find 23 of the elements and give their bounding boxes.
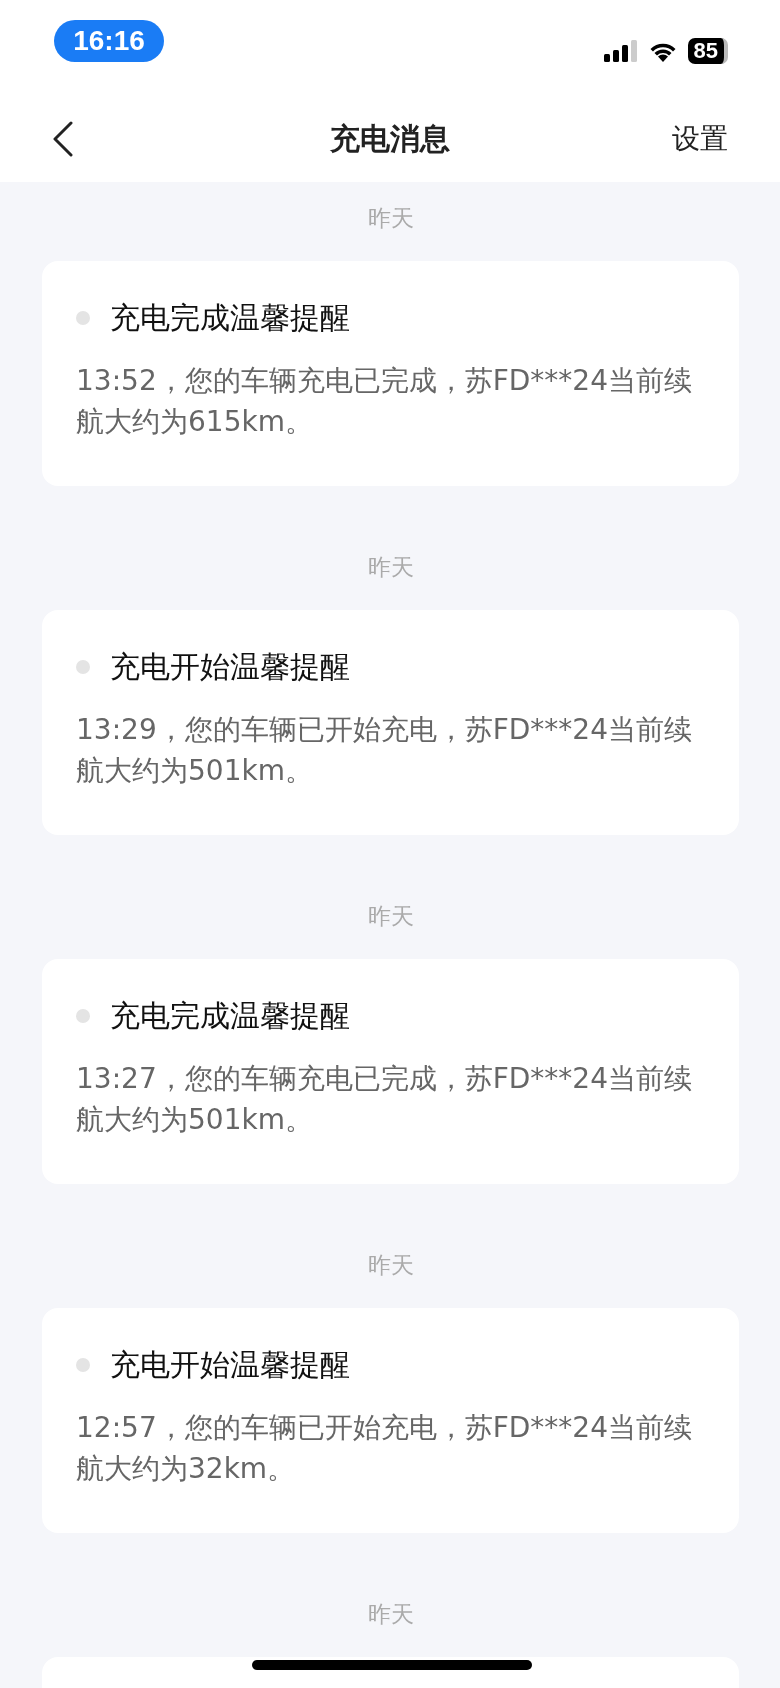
message-text: 12:57，您的车辆已开始充电，苏FD***24当前续航大约为32km。 <box>76 1410 693 1487</box>
message-text: 13:52，您的车辆充电已完成，苏FD***24当前续航大约为615km。 <box>76 363 693 440</box>
page-title: 充电消息 <box>330 119 450 158</box>
message-card[interactable]: 充电完成温馨提醒 13:52，您的车辆充电已完成，苏FD***24当前续航大约为615km。 <box>42 261 739 486</box>
date-label: 昨天 <box>366 1251 415 1280</box>
date-label: 昨天 <box>366 1600 415 1629</box>
message-card[interactable]: 充电开始温馨提醒 13:29，您的车辆已开始充电，苏FD***24当前续航大约为501km。 <box>42 610 739 835</box>
message-text: 13:27，您的车辆充电已完成，苏FD***24当前续航大约为501km。 <box>76 1061 693 1138</box>
settings-button[interactable]: 设置 <box>672 120 728 158</box>
message-text: 13:29，您的车辆已开始充电，苏FD***24当前续航大约为501km。 <box>76 712 693 789</box>
status-time: 16:16 <box>54 20 164 62</box>
date-label: 昨天 <box>366 902 415 931</box>
message-card[interactable]: 充电完成温馨提醒 13:27，您的车辆充电已完成，苏FD***24当前续航大约为501km。 <box>42 959 739 1184</box>
battery-indicator: 85 <box>687 38 728 64</box>
back-icon[interactable] <box>52 121 74 157</box>
message-title: 充电完成温馨提醒 <box>110 997 350 1035</box>
message-title: 充电开始温馨提醒 <box>110 648 350 686</box>
date-label: 昨天 <box>366 204 415 233</box>
message-title: 充电开始温馨提醒 <box>110 1346 350 1384</box>
signal-icon <box>603 40 638 62</box>
message-card[interactable]: 充电开始温馨提醒 12:57，您的车辆已开始充电，苏FD***24当前续航大约为32km。 <box>42 1308 739 1533</box>
message-title: 充电完成温馨提醒 <box>110 299 350 337</box>
date-label: 昨天 <box>366 553 415 582</box>
